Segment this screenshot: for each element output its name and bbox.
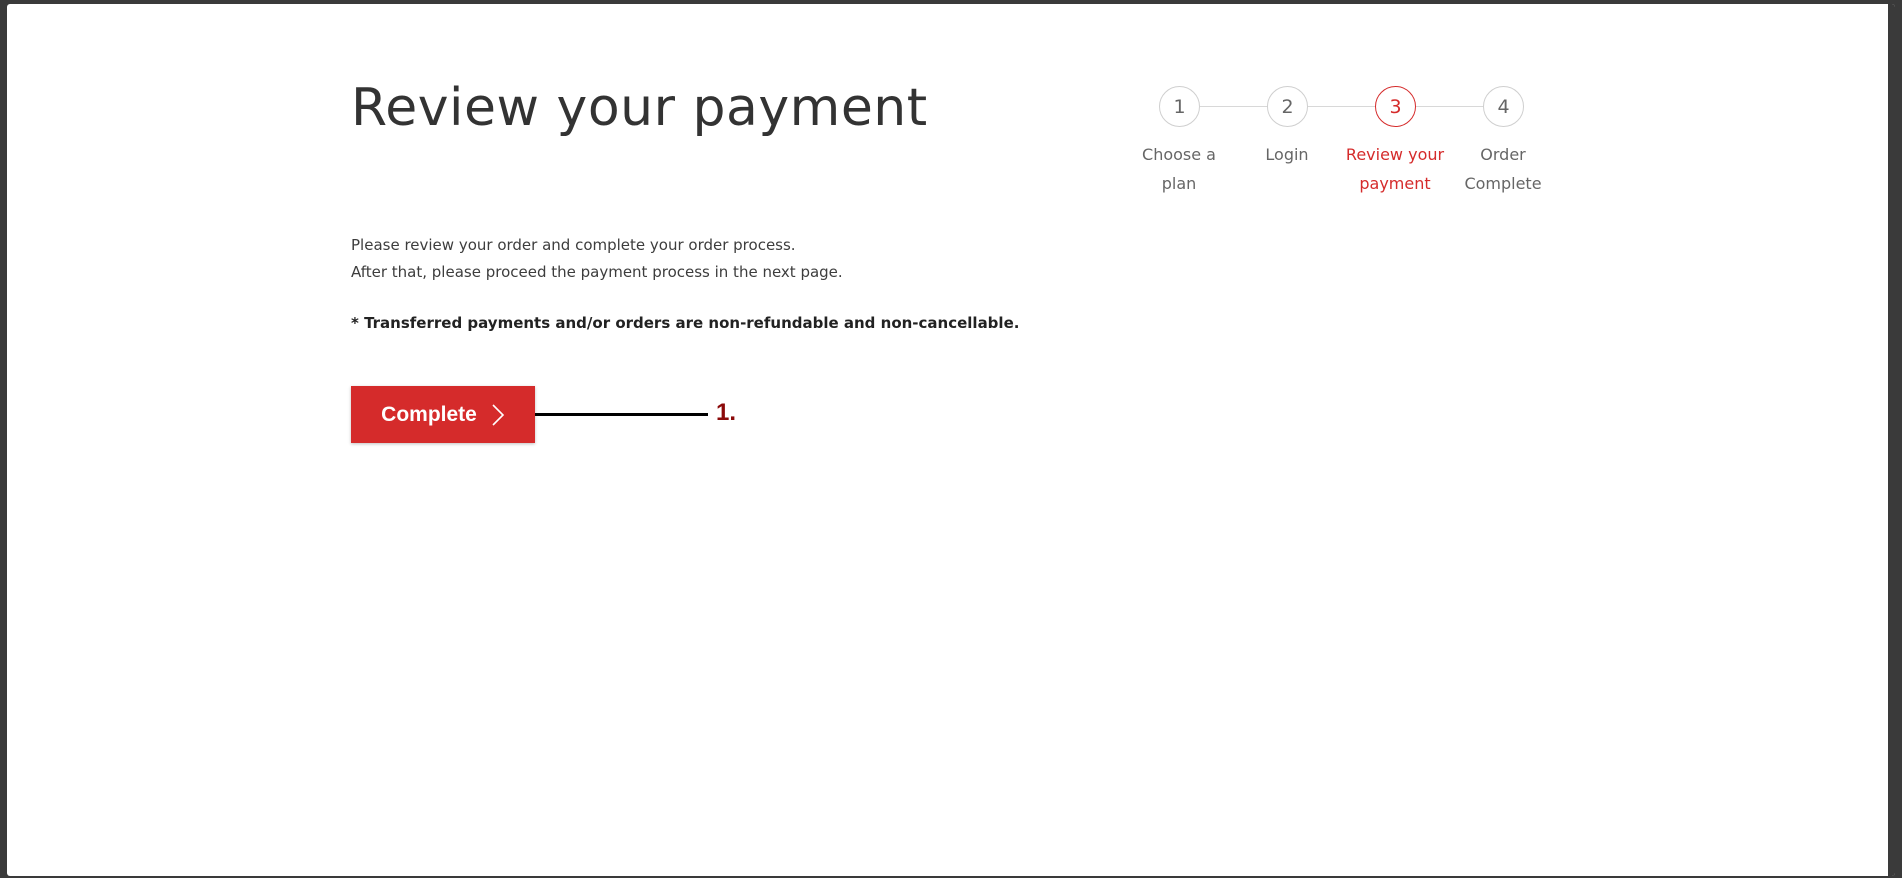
complete-button[interactable]: Complete [351, 386, 535, 443]
page-title: Review your payment [351, 78, 928, 138]
refund-notice: * Transferred payments and/or orders are… [351, 314, 1020, 332]
step-1-label-line2: plan [1161, 174, 1197, 193]
step-3-label: Review your payment [1335, 140, 1455, 198]
intro-text: Please review your order and complete yo… [351, 232, 843, 286]
step-3-label-line1: Review your [1345, 145, 1445, 164]
complete-button-label: Complete [381, 402, 477, 426]
step-3-label-line2: payment [1359, 174, 1431, 193]
step-1-label: Choose a plan [1119, 140, 1239, 198]
step-3-circle: 3 [1375, 86, 1416, 127]
stepper-connector [1200, 106, 1268, 107]
step-2-label: Login [1227, 140, 1347, 169]
stepper-connector [1308, 106, 1376, 107]
step-1-circle: 1 [1159, 86, 1200, 127]
step-1-label-line1: Choose a [1142, 145, 1216, 164]
step-2-circle: 2 [1267, 86, 1308, 127]
step-4-circle: 4 [1483, 86, 1524, 127]
callout-number: 1. [716, 399, 737, 426]
browser-page: Review your payment 1 2 3 4 Choose a pla… [7, 4, 1895, 876]
step-4-label: Order Complete [1443, 140, 1563, 198]
step-2-label-line1: Login [1265, 145, 1309, 164]
stepper-connector [1416, 106, 1484, 107]
intro-line-1: Please review your order and complete yo… [351, 236, 796, 254]
intro-line-2: After that, please proceed the payment p… [351, 263, 843, 281]
callout-line [535, 413, 708, 416]
step-4-label-line2: Complete [1464, 174, 1542, 193]
step-4-label-line1: Order [1480, 145, 1526, 164]
chevron-right-icon [492, 403, 504, 426]
window-border [1888, 4, 1895, 876]
